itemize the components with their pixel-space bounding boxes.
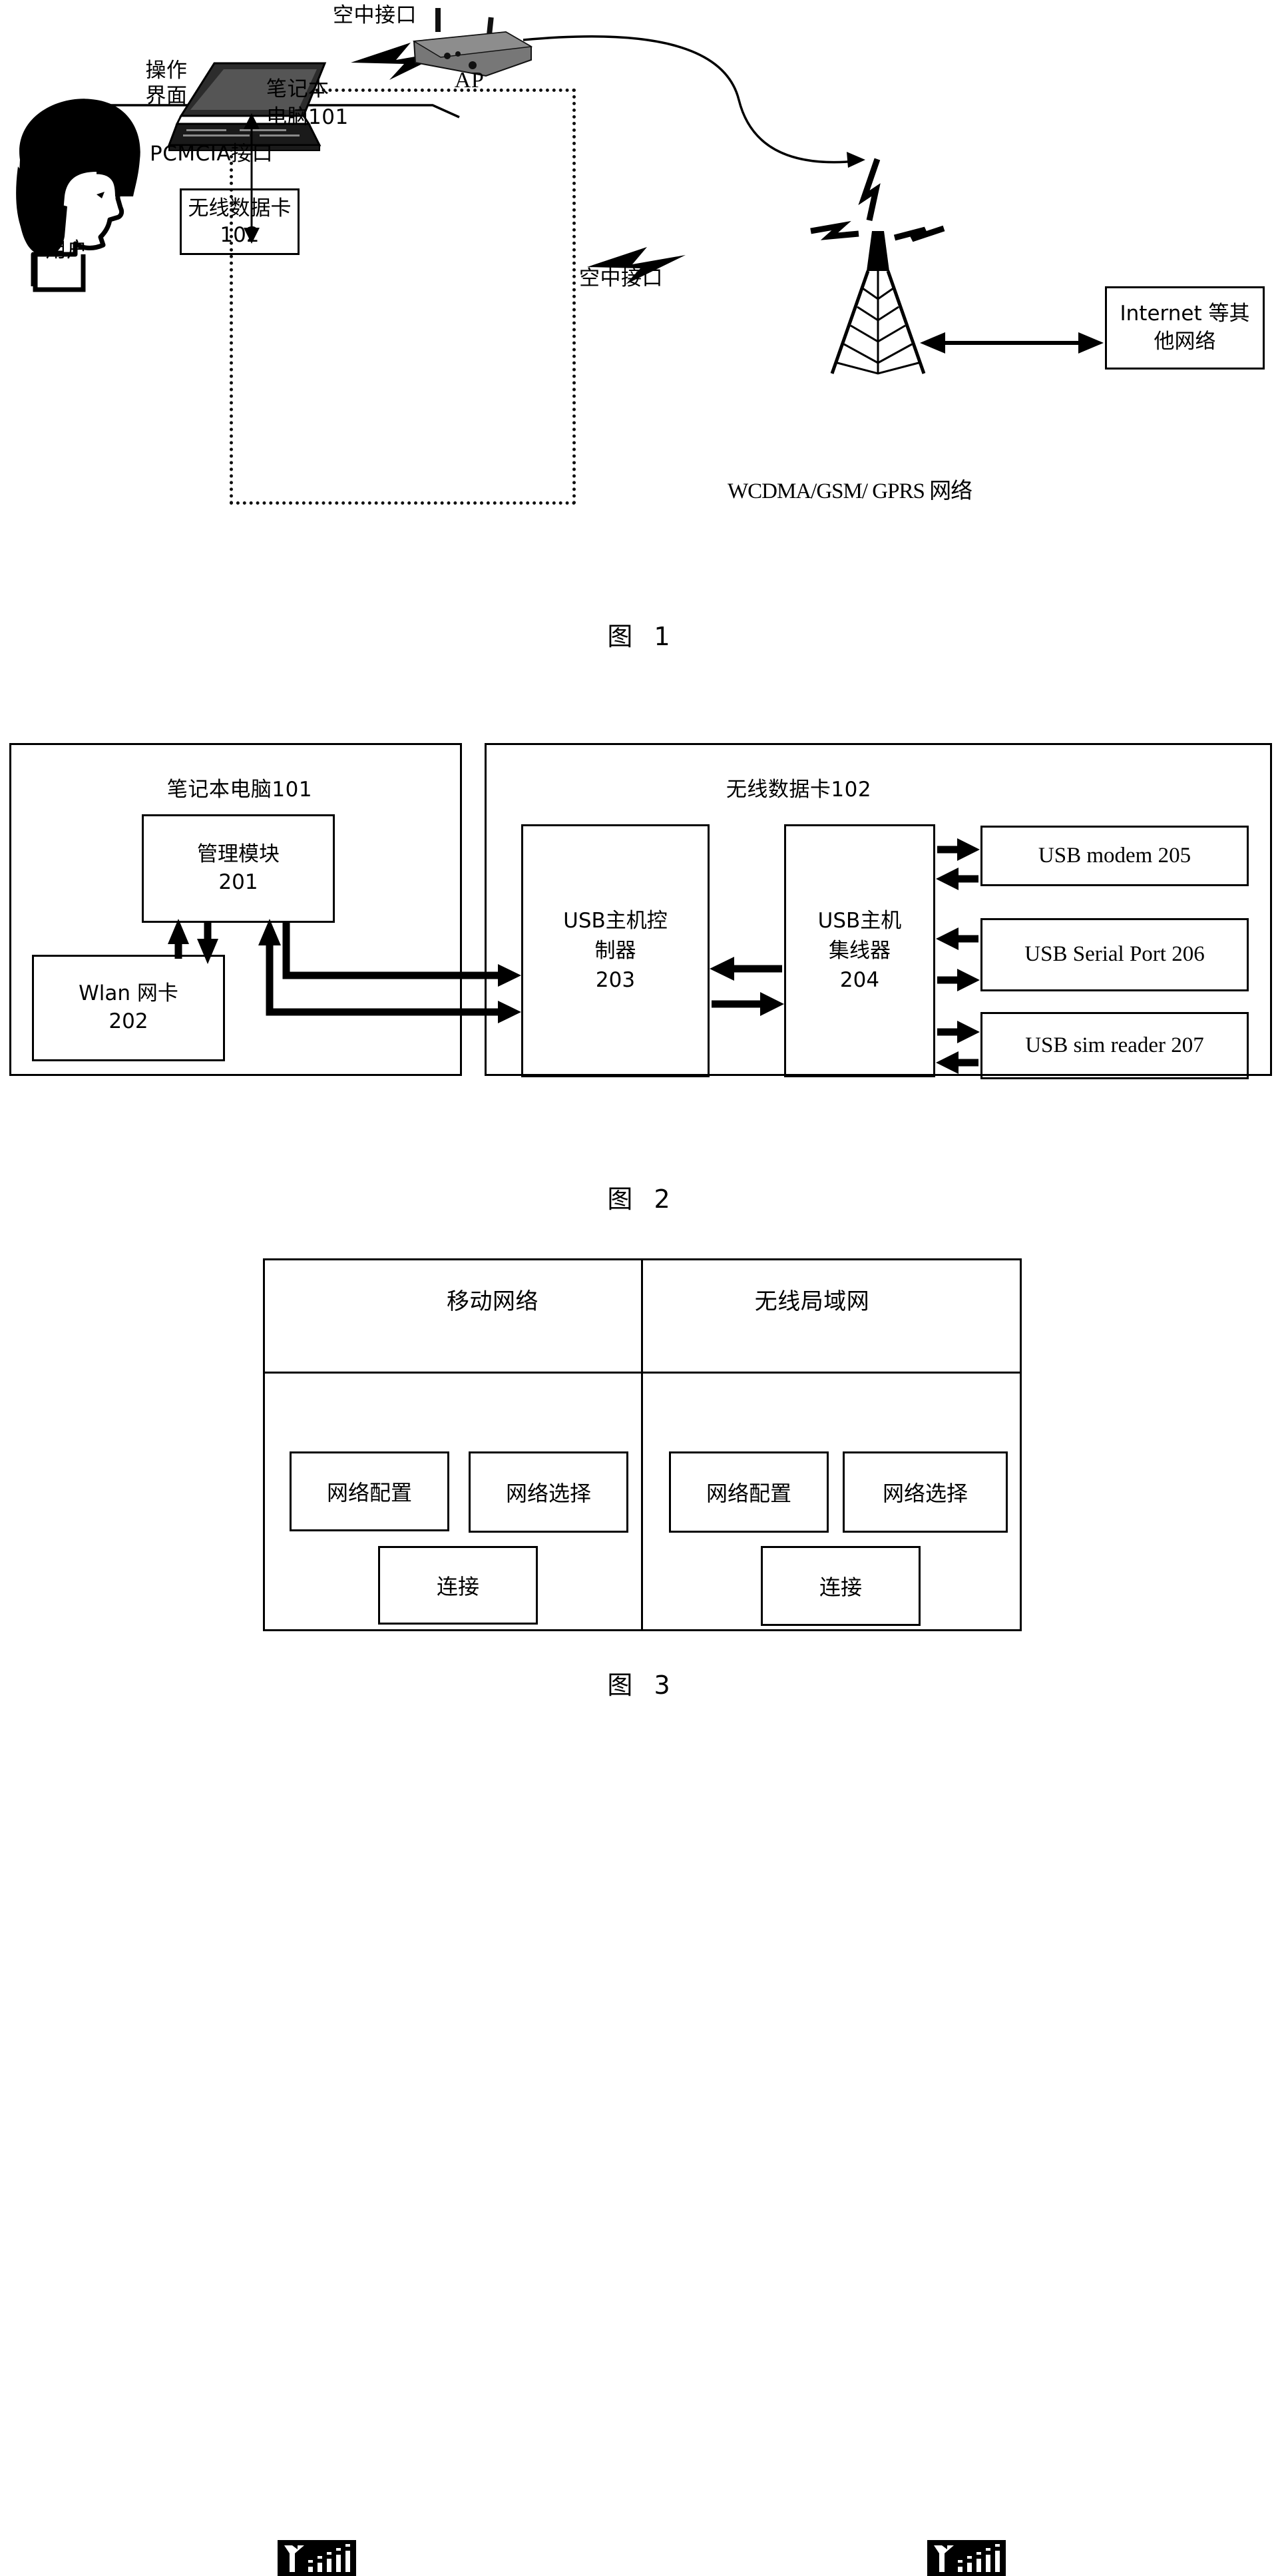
laptop-label: 笔记本 电脑101 [266, 77, 349, 129]
wlan-network-config-button[interactable]: 网络配置 [669, 1451, 829, 1533]
wlan-network-select-button[interactable]: 网络选择 [843, 1451, 1008, 1533]
figure3-column-divider [641, 1258, 643, 1631]
air-interface-top-label: 空中接口 [333, 3, 417, 27]
wlan-title: 无线局域网 [754, 1288, 870, 1315]
mobile-network-title: 移动网络 [447, 1288, 538, 1315]
wlan-signal-icon [927, 2540, 1006, 2576]
patent-drawing-sheet: 用户 操作 界面 笔记本 电脑101 PCMCIA接口 无线数据卡 102 空中… [0, 0, 1284, 2576]
figure2-connector-arrows [168, 838, 980, 1074]
figure-3-caption: 图 3 [607, 1671, 677, 1700]
figure-1: 用户 操作 界面 笔记本 电脑101 PCMCIA接口 无线数据卡 102 空中… [0, 0, 1284, 672]
tower-internet-arrow [920, 332, 1104, 354]
wcdma-network-label: WCDMA/GSM/ GPRS 网络 [728, 479, 972, 503]
air-interface-bottom-label: 空中接口 [579, 266, 663, 290]
figure-3: 移动网络 无线局域网 网络配置 网络选择 连接 网络配置 网络选择 连接 图 3 [0, 1245, 1284, 2576]
figure3-header-divider [263, 1372, 1022, 1374]
mobile-network-config-button[interactable]: 网络配置 [290, 1451, 449, 1531]
mobile-network-signal-icon [278, 2540, 356, 2576]
mobile-network-select-button[interactable]: 网络选择 [469, 1451, 628, 1533]
wireless-data-card-box: 无线数据卡 102 [180, 188, 300, 255]
figure-1-caption: 图 1 [607, 622, 677, 651]
user-label: 用户 [45, 238, 88, 262]
wlan-connect-button[interactable]: 连接 [761, 1546, 921, 1626]
figure-2-caption: 图 2 [607, 1184, 677, 1214]
figure-2: 笔记本电脑101 无线数据卡102 管理模块 201 Wlan 网卡 202 U… [0, 719, 1284, 1238]
internet-other-networks-box: Internet 等其 他网络 [1105, 286, 1265, 370]
mobile-connect-button[interactable]: 连接 [378, 1546, 538, 1625]
ap-label: AP [454, 68, 485, 93]
